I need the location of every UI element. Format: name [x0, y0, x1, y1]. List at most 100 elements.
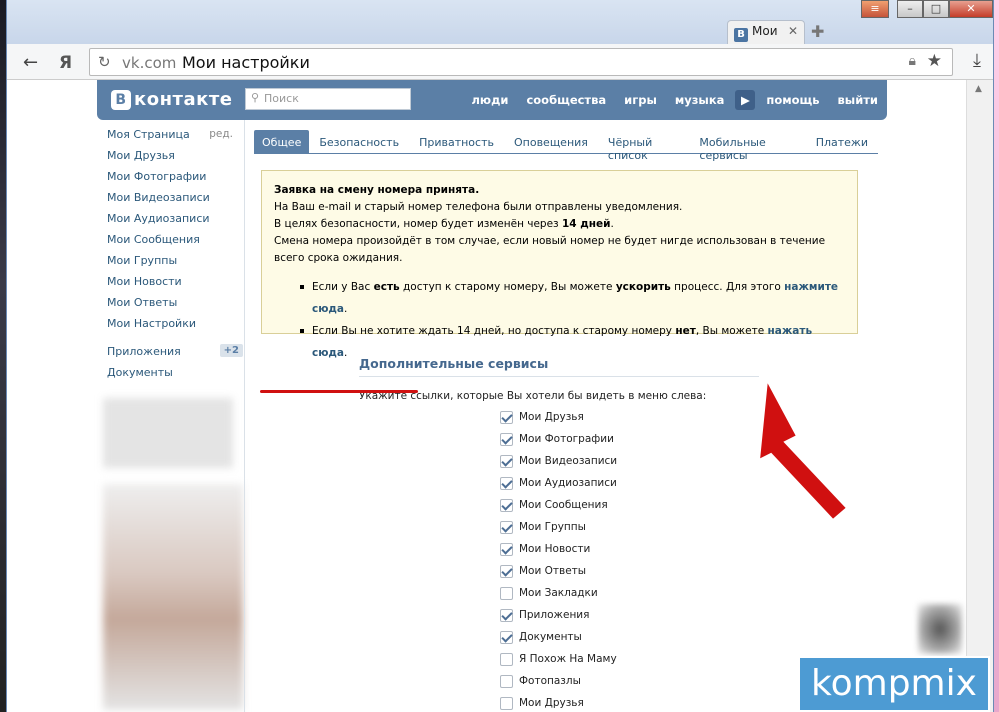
- menu-link-option[interactable]: Мои Группы: [500, 520, 617, 542]
- checkbox[interactable]: [500, 631, 513, 644]
- menu-logout[interactable]: выйти: [838, 93, 878, 107]
- checkbox[interactable]: [500, 499, 513, 512]
- download-icon[interactable]: ⤓: [973, 50, 981, 71]
- checkbox[interactable]: [500, 653, 513, 666]
- sidebar-item-docs[interactable]: Документы: [97, 362, 243, 383]
- left-sidebar: Моя Страница ред. Мои Друзья Мои Фотограф…: [97, 124, 243, 383]
- maximize-button[interactable]: □: [923, 0, 949, 18]
- red-underline-annotation: [260, 390, 418, 393]
- menu-people[interactable]: люди: [472, 93, 509, 107]
- notice-text: ускорить: [615, 281, 671, 293]
- scroll-up-arrow-icon[interactable]: ▲: [975, 84, 982, 94]
- menu-link-option[interactable]: Мои Друзья: [500, 410, 617, 432]
- menu-link-option[interactable]: Мои Ответы: [500, 564, 617, 586]
- sidebar-item-answers[interactable]: Мои Ответы: [97, 292, 243, 313]
- menu-link-option[interactable]: Фотопазлы: [500, 674, 617, 696]
- sidebar-item-apps[interactable]: Приложения +2: [97, 341, 243, 362]
- sidebar-item-photos[interactable]: Мои Фотографии: [97, 166, 243, 187]
- menu-link-option[interactable]: Документы: [500, 630, 617, 652]
- lock-icon[interactable]: 🔒︎: [909, 53, 916, 69]
- vertical-scrollbar[interactable]: ▲: [966, 80, 993, 712]
- checkbox[interactable]: [500, 433, 513, 446]
- checkbox[interactable]: [500, 587, 513, 600]
- menu-link-option[interactable]: Мои Сообщения: [500, 498, 617, 520]
- checkbox[interactable]: [500, 675, 513, 688]
- checkbox-label: Мои Видеозаписи: [519, 455, 618, 467]
- sidebar-item-news[interactable]: Мои Новости: [97, 271, 243, 292]
- search-placeholder: Поиск: [264, 92, 299, 105]
- star-icon[interactable]: ★: [927, 51, 942, 71]
- menu-link-option[interactable]: Я Похож На Маму: [500, 652, 617, 674]
- sidebar-item-friends[interactable]: Мои Друзья: [97, 145, 243, 166]
- tab-mobile[interactable]: Мобильные сервисы: [689, 130, 805, 162]
- vk-logo-text: контакте: [134, 89, 233, 110]
- notice-text: .: [344, 347, 348, 359]
- tab-bar: ≡ – □ ✕ В Мои ✕ ✚: [7, 0, 993, 44]
- tab-privacy[interactable]: Приватность: [409, 130, 504, 153]
- sidebar-item-settings[interactable]: Мои Настройки: [97, 313, 243, 334]
- notice-line: На Ваш e-mail и старый номер телефона бы…: [274, 201, 683, 213]
- menu-link-option[interactable]: Приложения: [500, 608, 617, 630]
- menu-help[interactable]: помощь: [766, 93, 819, 107]
- blurred-ad: [103, 398, 233, 468]
- checkbox[interactable]: [500, 477, 513, 490]
- notice-title: Заявка на смену номера принята.: [274, 184, 480, 196]
- reload-icon[interactable]: ↻: [98, 53, 111, 71]
- tab-payments[interactable]: Платежи: [806, 130, 878, 153]
- sidebar-item-my-page[interactable]: Моя Страница ред.: [97, 124, 243, 145]
- menu-link-option[interactable]: Мои Видеозаписи: [500, 454, 617, 476]
- vk-logo[interactable]: Вконтакте: [111, 89, 232, 110]
- address-bar-row: ← Я ↻ vk.com Мои настройки 🔒︎ ★ ⤓: [7, 44, 993, 80]
- menu-games[interactable]: игры: [624, 93, 657, 107]
- menu-link-option[interactable]: Мои Закладки: [500, 586, 617, 608]
- notice-text: есть: [373, 281, 400, 293]
- address-field[interactable]: ↻ vk.com Мои настройки 🔒︎ ★: [89, 48, 953, 76]
- edit-link[interactable]: ред.: [209, 128, 233, 140]
- checkbox[interactable]: [500, 609, 513, 622]
- checkbox[interactable]: [500, 521, 513, 534]
- apps-count-badge: +2: [219, 344, 243, 357]
- vk-search-input[interactable]: ⚲ Поиск: [245, 88, 411, 110]
- checkbox-label: Мои Сообщения: [519, 499, 608, 511]
- checkbox[interactable]: [500, 455, 513, 468]
- notice-text: доступ к старому номеру, Вы можете: [399, 281, 616, 293]
- tab-blacklist[interactable]: Чёрный список: [598, 130, 690, 162]
- menu-link-option[interactable]: Мои Новости: [500, 542, 617, 564]
- checkbox-label: Мои Новости: [519, 543, 591, 555]
- sidebar-item-messages[interactable]: Мои Сообщения: [97, 229, 243, 250]
- back-arrow-icon[interactable]: ←: [23, 52, 38, 73]
- new-tab-icon[interactable]: ✚: [811, 22, 824, 41]
- browser-tab[interactable]: В Мои ✕: [727, 20, 805, 44]
- minimize-button[interactable]: –: [897, 0, 923, 18]
- menu-link-option[interactable]: Мои Фотографии: [500, 432, 617, 454]
- tab-notifications[interactable]: Оповещения: [504, 130, 598, 153]
- notice-text: Если у Вас: [312, 281, 374, 293]
- play-icon[interactable]: ▶: [735, 90, 756, 110]
- yandex-icon[interactable]: Я: [59, 53, 72, 73]
- tab-general[interactable]: Общее: [254, 130, 310, 153]
- checkbox-label: Мои Фотографии: [519, 433, 614, 445]
- sidebar-item-audio[interactable]: Мои Аудиозаписи: [97, 208, 243, 229]
- url-domain: vk.com: [122, 54, 177, 72]
- checkbox-label: Приложения: [519, 609, 590, 621]
- sidebar-item-videos[interactable]: Мои Видеозаписи: [97, 187, 243, 208]
- section-title: Дополнительные сервисы: [359, 356, 759, 377]
- menu-links-checklist: Мои Друзья Мои Фотографии Мои Видеозаписи М…: [500, 410, 617, 712]
- browser-menu-icon[interactable]: ≡: [861, 0, 889, 18]
- checkbox[interactable]: [500, 697, 513, 710]
- checkbox[interactable]: [500, 411, 513, 424]
- checkbox-label: Документы: [519, 631, 582, 643]
- menu-link-option[interactable]: Мои Аудиозаписи: [500, 476, 617, 498]
- menu-link-option[interactable]: Мои Друзья: [500, 696, 617, 712]
- menu-communities[interactable]: сообщества: [526, 93, 606, 107]
- close-tab-icon[interactable]: ✕: [788, 24, 798, 38]
- sidebar-item-groups[interactable]: Мои Группы: [97, 250, 243, 271]
- notice-bullets: Если у Вас есть доступ к старому номеру,…: [274, 276, 845, 364]
- checkbox[interactable]: [500, 565, 513, 578]
- checkbox[interactable]: [500, 543, 513, 556]
- tab-security[interactable]: Безопасность: [309, 130, 409, 153]
- close-window-button[interactable]: ✕: [949, 0, 993, 18]
- checkbox-label: Я Похож На Маму: [519, 653, 617, 665]
- menu-music[interactable]: музыка: [675, 93, 725, 107]
- blurred-overlay: [918, 604, 962, 654]
